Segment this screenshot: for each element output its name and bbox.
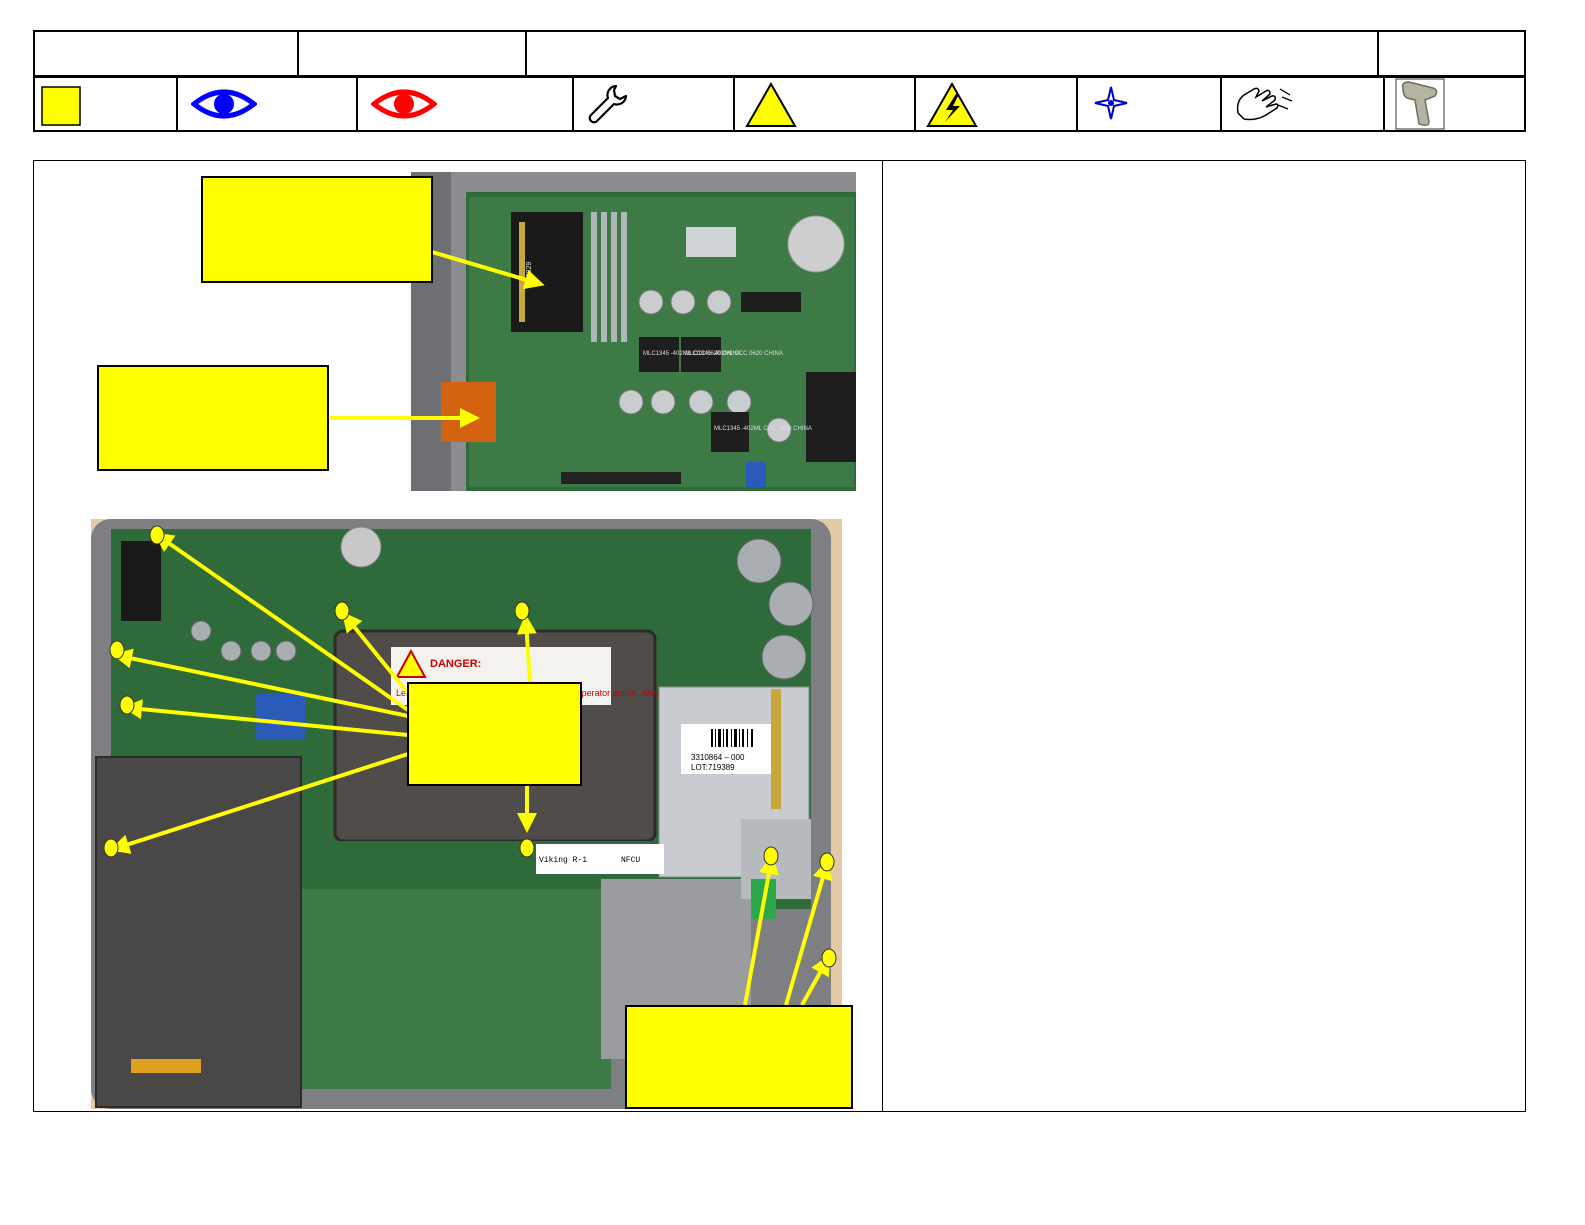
point-marker-3 (119, 695, 135, 715)
callout-box-1 (201, 176, 433, 283)
arrow-callout-3a (153, 532, 410, 712)
point-marker-4 (103, 838, 119, 858)
point-marker-6 (514, 601, 530, 621)
point-marker-1 (149, 525, 165, 545)
callout-box-3 (407, 682, 582, 786)
arrow-callout-1 (431, 250, 545, 290)
point-marker-9 (819, 852, 835, 872)
arrow-callout-3f (516, 614, 537, 683)
callout-box-4 (625, 1005, 853, 1109)
arrow-callout-3e (341, 611, 410, 695)
point-marker-7 (519, 838, 535, 858)
arrow-callout-3c (122, 699, 409, 737)
arrow-callout-4a (743, 854, 779, 1006)
callout-box-2 (97, 365, 329, 471)
point-marker-5 (334, 601, 350, 621)
arrow-callout-3d (109, 752, 409, 854)
arrow-callout-4b (784, 859, 833, 1006)
point-marker-2 (109, 640, 125, 660)
point-marker-10 (821, 948, 837, 968)
point-marker-8 (763, 846, 779, 866)
arrow-callout-4c (800, 955, 830, 1006)
arrow-callout-3b (112, 648, 409, 718)
